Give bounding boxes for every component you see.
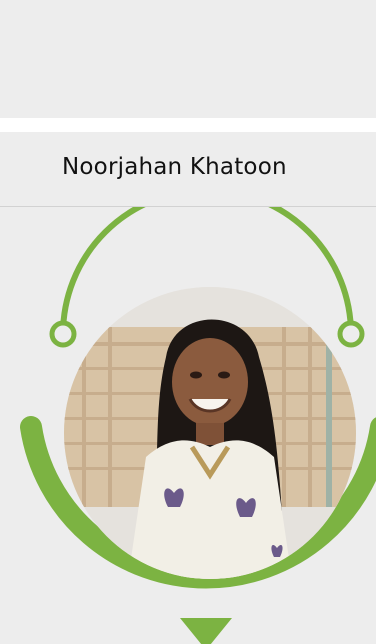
profile-name: Noorjahan Khatoon — [62, 154, 287, 180]
frame-dot-right — [337, 320, 365, 348]
frame-dot-left — [49, 320, 77, 348]
header-divider-band — [0, 118, 376, 132]
top-spacer — [0, 0, 376, 118]
frame-pointer — [180, 618, 232, 644]
profile-card: Noorjahan Khatoon — [0, 0, 376, 644]
profile-photo — [64, 287, 356, 579]
